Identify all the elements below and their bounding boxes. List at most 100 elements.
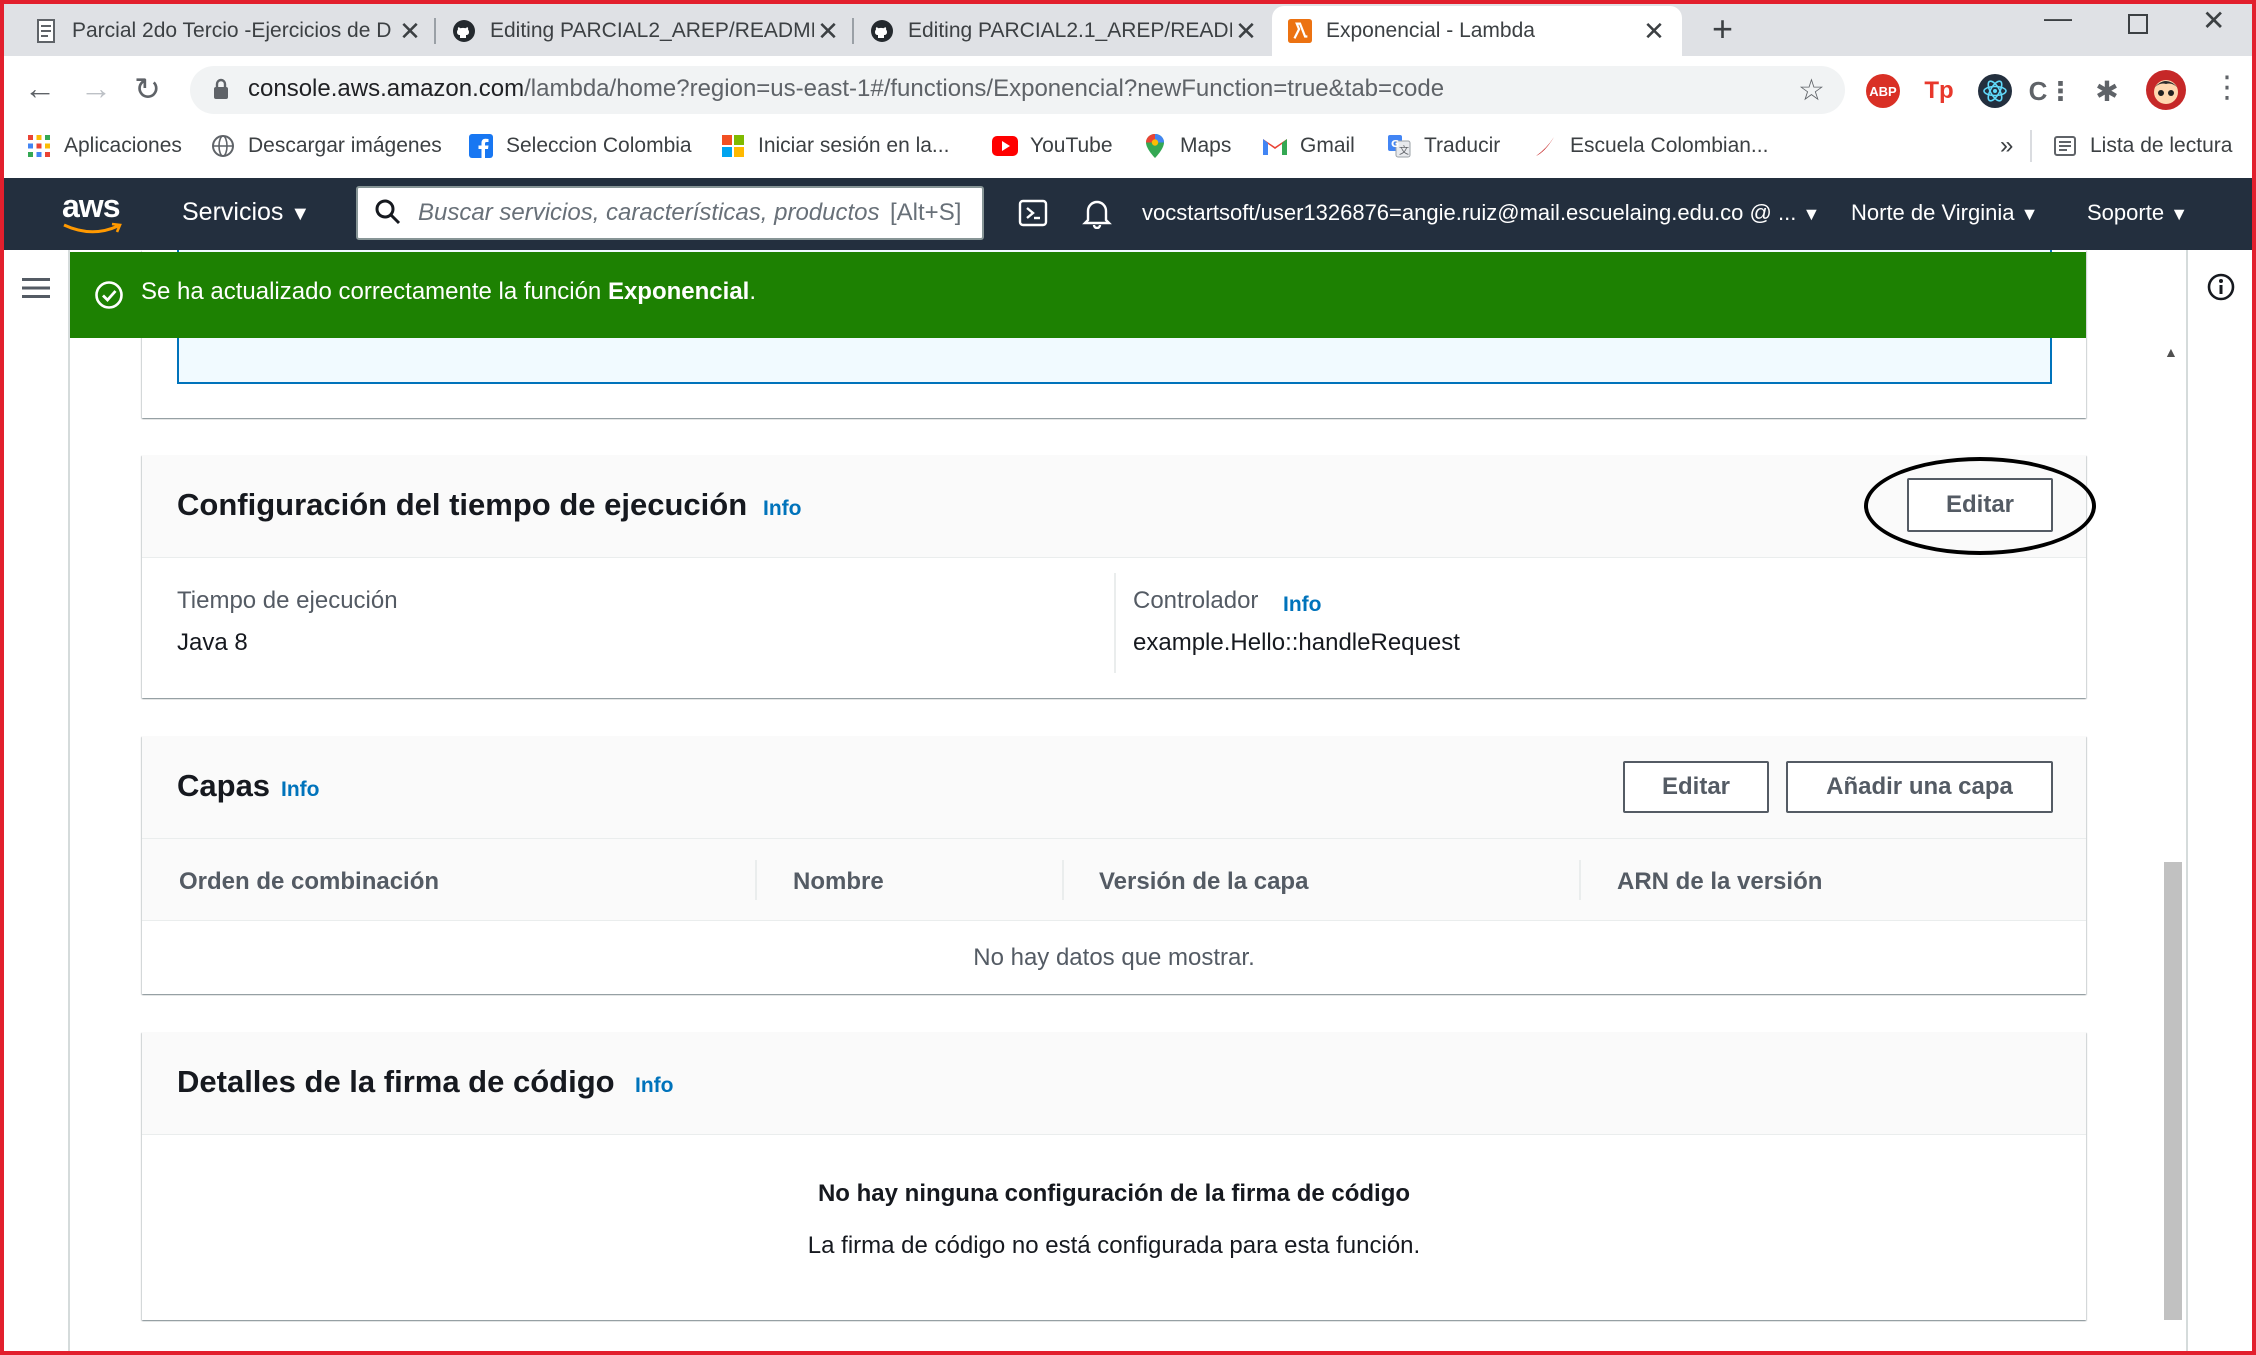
window-close-button[interactable]: ✕ (2202, 4, 2225, 37)
layers-info-link[interactable]: Info (281, 778, 319, 802)
reload-button[interactable]: ↻ (134, 70, 161, 108)
browser-menu-icon[interactable]: ⋮ (2212, 70, 2242, 105)
runtime-info-link[interactable]: Info (763, 497, 801, 521)
bookmark-star-icon[interactable]: ☆ (1798, 73, 1825, 108)
bell-icon[interactable] (1082, 197, 1112, 234)
github-icon (452, 19, 476, 43)
column-resizer[interactable] (1062, 860, 1064, 900)
layers-card: Capas Info Editar Añadir una capa Orden … (142, 736, 2086, 994)
hamburger-menu-icon[interactable] (22, 276, 50, 305)
adblock-extension-icon[interactable]: ABP (1866, 74, 1900, 108)
url-text[interactable]: console.aws.amazon.com/lambda/home?regio… (248, 75, 1444, 103)
tab-divider (434, 18, 436, 44)
region-menu[interactable]: Norte de Virginia ▼ (1851, 200, 2038, 226)
document-icon (34, 19, 58, 43)
gmail-icon (1262, 133, 1288, 159)
layers-title: Capas (177, 768, 271, 803)
code-signing-info-link[interactable]: Info (635, 1074, 673, 1098)
code-signing-empty-title: No hay ninguna configuración de la firma… (817, 1180, 1411, 1207)
apps-grid-icon (26, 133, 52, 159)
add-layer-button[interactable]: Añadir una capa (1786, 761, 2053, 813)
bookmark-maps[interactable]: Maps (1142, 131, 1231, 161)
close-icon[interactable]: ✕ (396, 16, 424, 47)
column-header-name[interactable]: Nombre (793, 868, 884, 896)
bookmark-label: Traducir (1424, 134, 1501, 157)
account-label: vocstartsoft/user1326876=angie.ruiz@mail… (1142, 200, 1797, 225)
tab-label: Exponencial - Lambda (1326, 19, 1535, 42)
column-resizer[interactable] (755, 860, 757, 900)
reading-list-button[interactable]: Lista de lectura (2052, 131, 2232, 161)
react-devtools-icon[interactable] (1978, 74, 2012, 108)
bookmark-seleccion-colombia[interactable]: Seleccion Colombia (468, 131, 692, 161)
aws-smile-icon (63, 222, 122, 234)
reading-list-icon (2052, 133, 2078, 159)
back-button[interactable]: ← (24, 70, 56, 107)
annotation-circle (1864, 457, 2096, 555)
success-message-suffix: . (749, 278, 756, 305)
puzzle-extensions-icon[interactable]: ✱ (2090, 74, 2124, 108)
forward-button[interactable]: → (80, 70, 112, 107)
cloudshell-icon[interactable] (1018, 198, 1048, 233)
dismiss-flash-button[interactable] (2130, 282, 2156, 313)
column-header-version-arn[interactable]: ARN de la versión (1617, 868, 1822, 896)
bookmark-traducir[interactable]: G文 Traducir (1386, 131, 1500, 161)
handler-info-link[interactable]: Info (1283, 593, 1321, 617)
browser-tab-parcial[interactable]: Parcial 2do Tercio -Ejercicios de D ✕ (34, 6, 424, 56)
scroll-up-arrow[interactable]: ▲ (2164, 344, 2178, 360)
browser-tab-editing-parcial2-1[interactable]: Editing PARCIAL2.1_AREP/READM ✕ (870, 6, 1260, 56)
aws-logo[interactable]: aws (62, 190, 124, 241)
caret-down-icon: ▼ (290, 203, 311, 225)
tab-label: Editing PARCIAL2_AREP/README (490, 19, 814, 42)
code-extension-icon[interactable]: C⋮ (2029, 74, 2074, 108)
right-help-rail (2186, 250, 2252, 1355)
column-resizer[interactable] (1579, 860, 1581, 900)
info-circle-icon[interactable] (2206, 272, 2236, 307)
browser-tab-exponencial-lambda[interactable]: Exponencial - Lambda ✕ (1272, 6, 1682, 56)
layers-edit-button[interactable]: Editar (1623, 761, 1769, 813)
bookmark-label: Aplicaciones (64, 134, 182, 157)
bookmark-descargar-imagenes[interactable]: Descargar imágenes (210, 131, 442, 161)
lambda-icon (1288, 19, 1312, 43)
translate-icon: G文 (1386, 133, 1412, 159)
bookmark-youtube[interactable]: YouTube (992, 131, 1113, 161)
column-header-order[interactable]: Orden de combinación (179, 868, 439, 896)
code-signing-empty-description: La firma de código no está configurada p… (807, 1232, 1421, 1259)
bookmarks-overflow-button[interactable]: » (2000, 131, 2013, 161)
bookmark-gmail[interactable]: Gmail (1262, 131, 1355, 161)
success-check-icon (94, 280, 124, 315)
scrollbar-thumb[interactable] (2164, 862, 2182, 1320)
extension-tp-label: Tp (1924, 77, 1954, 104)
support-menu[interactable]: Soporte ▼ (2087, 200, 2188, 226)
browser-tab-editing-parcial2[interactable]: Editing PARCIAL2_AREP/README ✕ (452, 6, 842, 56)
new-tab-button[interactable]: + (1712, 8, 1733, 50)
profile-avatar[interactable] (2146, 70, 2186, 110)
runtime-value: Java 8 (177, 629, 248, 656)
success-message: Se ha actualizado correctamente la funci… (141, 278, 756, 306)
minimize-button[interactable]: — (2044, 2, 2072, 34)
tp-extension-icon[interactable]: Tp (1922, 74, 1956, 108)
caret-down-icon: ▼ (2170, 204, 2189, 224)
runtime-label: Tiempo de ejecución (177, 587, 398, 614)
bookmark-label: YouTube (1030, 134, 1113, 157)
microsoft-icon (720, 133, 746, 159)
search-shortcut: [Alt+S] (890, 199, 962, 226)
account-menu[interactable]: vocstartsoft/user1326876=angie.ruiz@mail… (1142, 200, 1820, 226)
services-menu[interactable]: Servicios ▼ (182, 198, 310, 227)
handler-value: example.Hello::handleRequest (1133, 629, 1460, 656)
restore-button[interactable] (2128, 14, 2148, 34)
bookmark-escuela-colombiana[interactable]: Escuela Colombian... (1532, 131, 1768, 161)
column-header-layer-version[interactable]: Versión de la capa (1099, 868, 1308, 896)
search-placeholder: Buscar servicios, características, produ… (418, 199, 880, 226)
facebook-icon (468, 133, 494, 159)
close-icon[interactable]: ✕ (1232, 16, 1260, 47)
url-host: console.aws.amazon.com (248, 75, 525, 102)
close-icon[interactable]: ✕ (1640, 16, 1668, 47)
school-icon (1532, 133, 1558, 159)
close-icon (2131, 283, 2155, 307)
bookmark-aplicaciones[interactable]: Aplicaciones (26, 131, 182, 161)
bookmark-iniciar-sesion[interactable]: Iniciar sesión en la... (720, 131, 949, 161)
maps-pin-icon (1142, 133, 1168, 159)
svg-text:G: G (1391, 139, 1399, 150)
close-icon[interactable]: ✕ (814, 16, 842, 47)
services-label: Servicios (182, 198, 284, 226)
